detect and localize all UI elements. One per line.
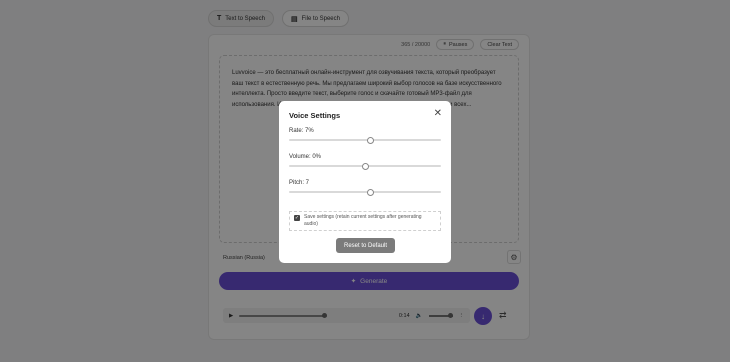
pitch-setting: Pitch: 7 [289, 180, 441, 196]
rate-thumb[interactable] [366, 136, 374, 144]
volume-setting-slider[interactable] [289, 162, 441, 170]
close-icon[interactable]: ✕ [434, 109, 442, 119]
pitch-thumb[interactable] [366, 188, 374, 196]
volume-thumb[interactable] [361, 162, 369, 170]
save-settings-option[interactable]: ✓ Save settings (retain current settings… [289, 211, 441, 231]
pitch-label: Pitch: 7 [289, 180, 310, 186]
save-settings-checkbox[interactable]: ✓ [294, 215, 300, 221]
volume-setting: Volume: 0% [289, 154, 441, 170]
rate-label: Rate: 7% [289, 128, 314, 134]
voice-settings-dialog: Voice Settings ✕ Rate: 7% Volume: 0% Pit… [279, 101, 451, 263]
reset-default-button[interactable]: Reset to Default [336, 238, 395, 253]
volume-label: Volume: 0% [289, 154, 322, 160]
pitch-slider[interactable] [289, 188, 441, 196]
dialog-title: Voice Settings [289, 111, 341, 120]
rate-slider[interactable] [289, 136, 441, 144]
save-settings-label: Save settings (retain current settings a… [304, 214, 422, 227]
rate-setting: Rate: 7% [289, 128, 441, 144]
